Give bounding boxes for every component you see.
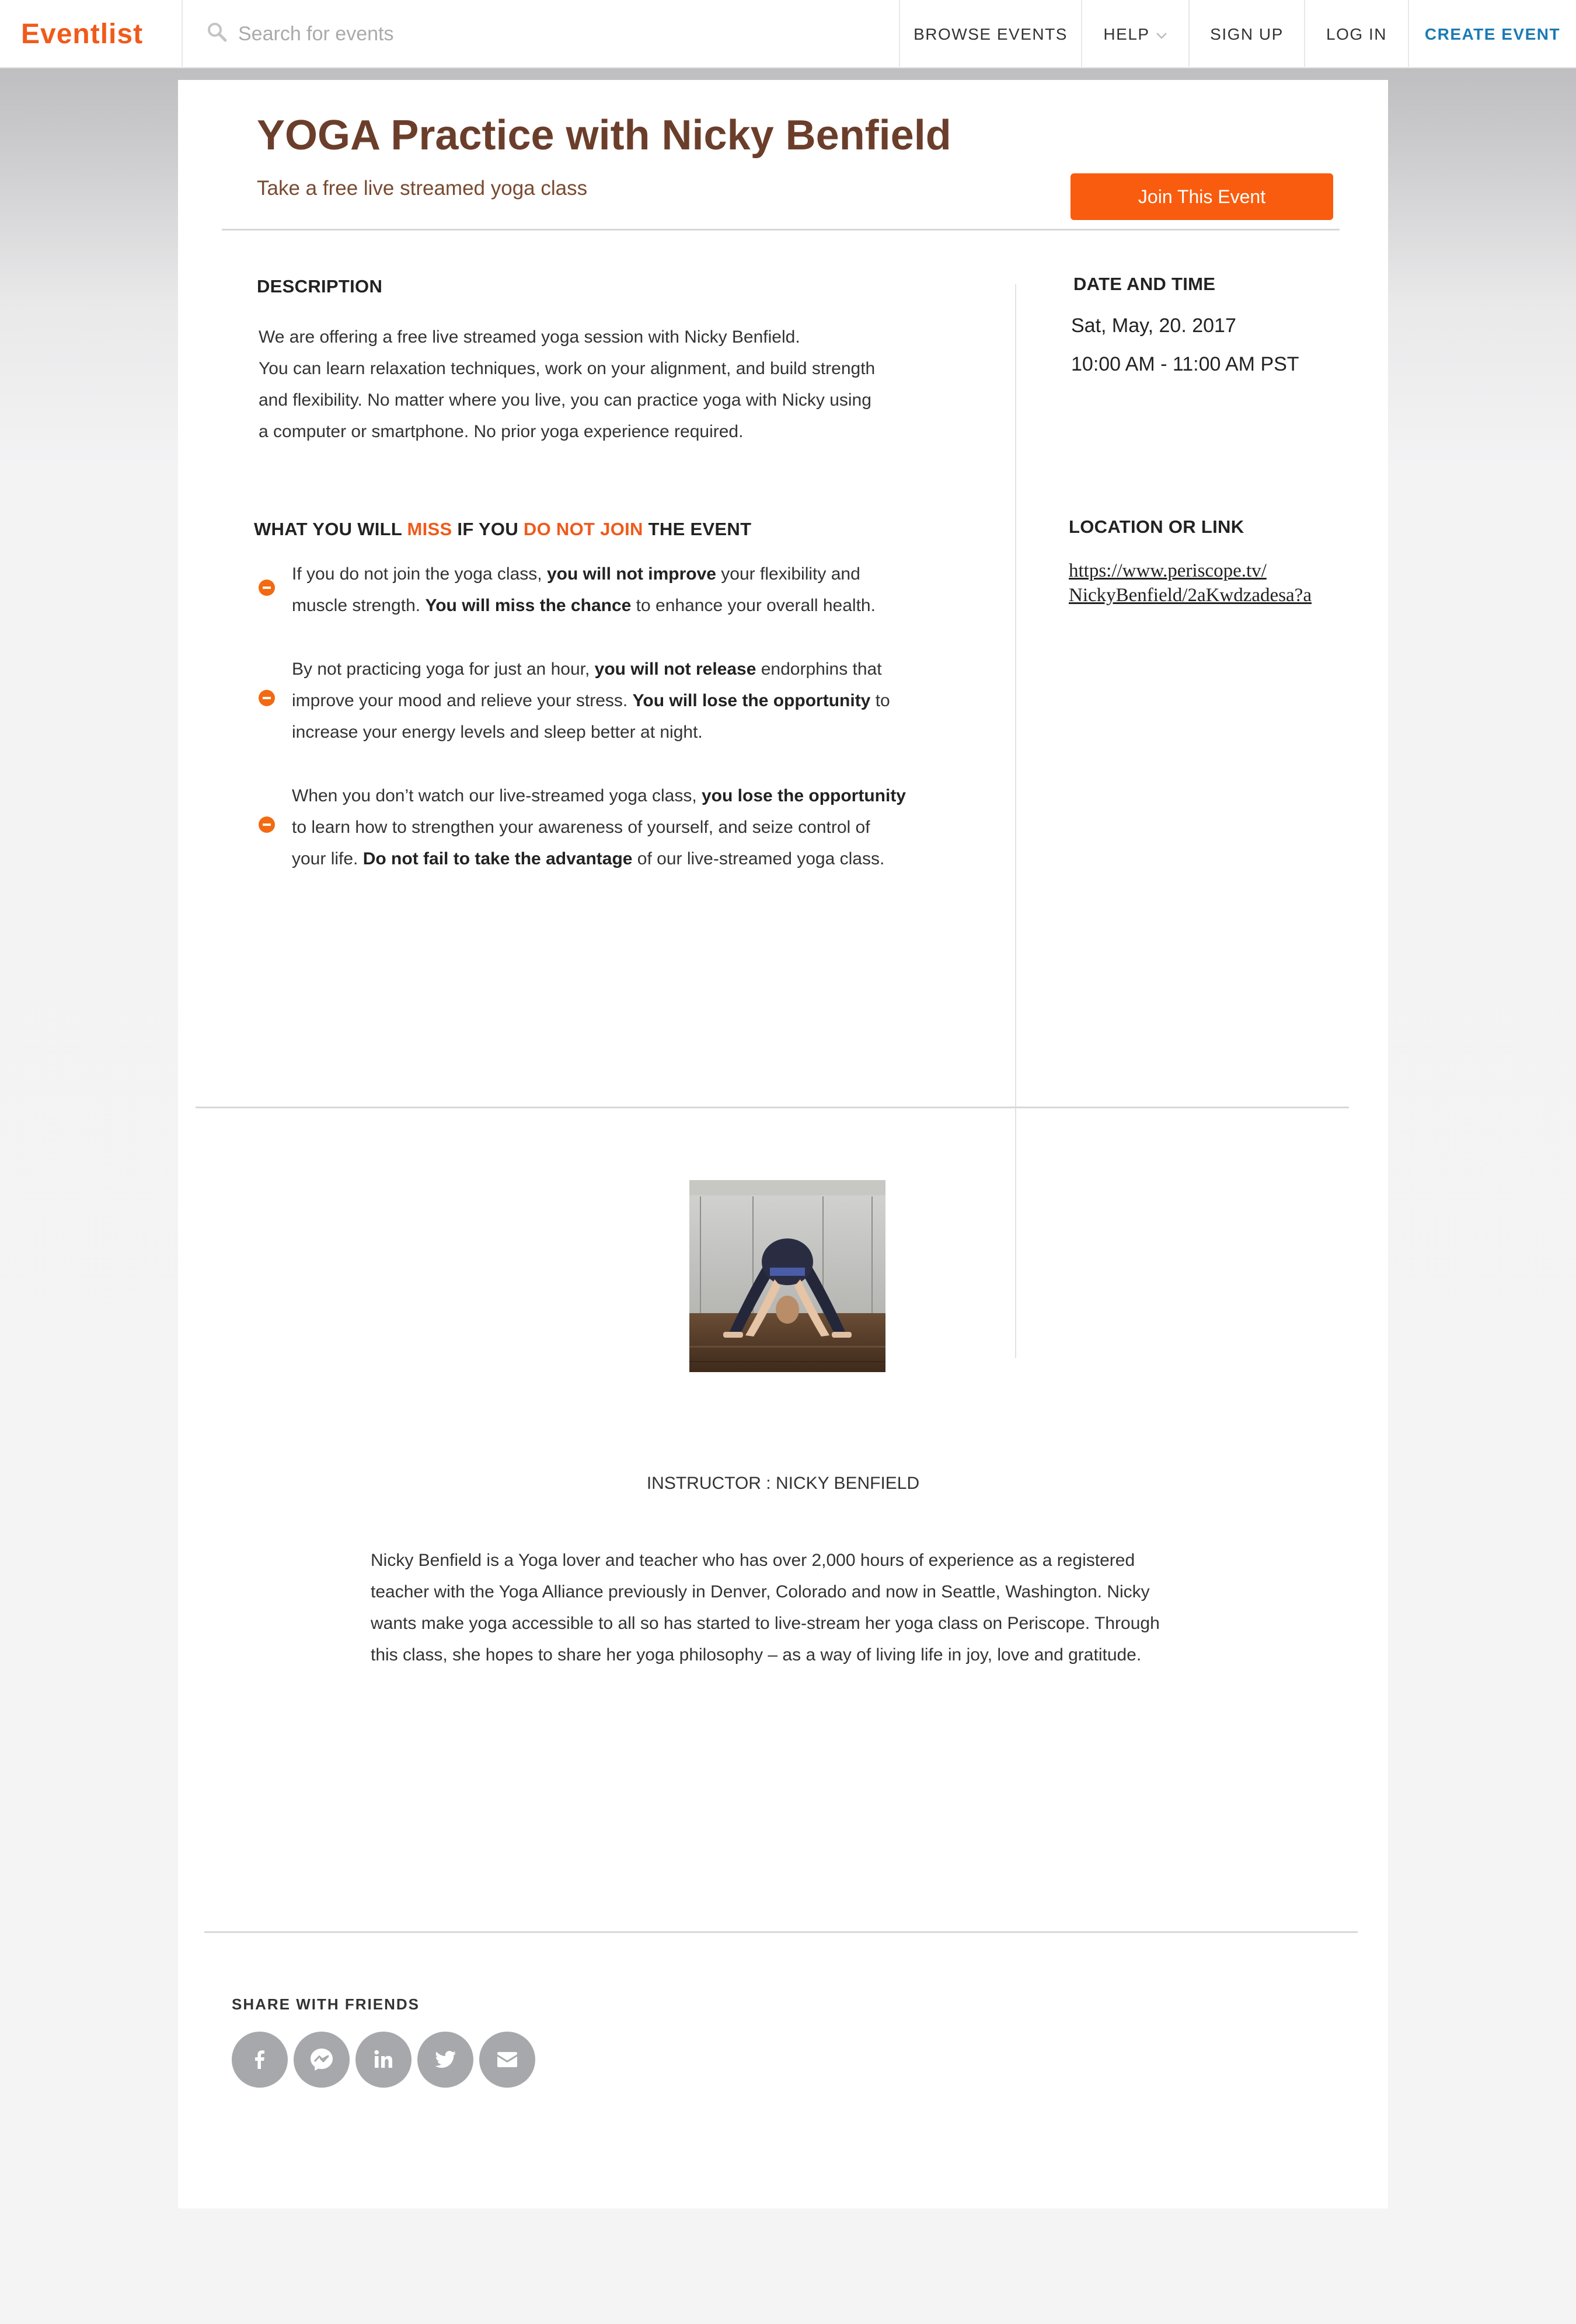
minus-circle-icon (259, 580, 275, 596)
miss-emphasis: Do not fail to take the advantage (362, 849, 633, 868)
miss-text-segment: When you don’t watch our live-streamed y… (292, 786, 702, 805)
miss-text-segment: of our live-streamed yoga class. (632, 849, 885, 868)
miss-heading-highlight: MISS (407, 519, 452, 539)
miss-item-line: muscle strength. You will miss the chanc… (292, 590, 940, 622)
bio-line: Nicky Benfield is a Yoga lover and teach… (371, 1551, 1135, 1570)
location-heading: LOCATION OR LINK (1069, 517, 1244, 537)
miss-text-segment: improve your mood and relieve your stres… (292, 691, 633, 710)
messenger-icon (311, 2049, 333, 2071)
miss-text-segment: to learn how to strengthen your awarenes… (292, 818, 870, 837)
nav-create-event[interactable]: CREATE EVENT (1409, 0, 1576, 68)
event-time: 10:00 AM - 11:00 AM PST (1071, 353, 1299, 375)
email-icon (497, 2052, 517, 2067)
miss-text-segment: your flexibility and (716, 564, 860, 584)
event-subtitle: Take a free live streamed yoga class (257, 177, 588, 200)
nav-help[interactable]: HELP (1082, 0, 1188, 68)
miss-item-line: to learn how to strengthen your awarenes… (292, 812, 940, 843)
miss-item-line: If you do not join the yoga class, you w… (292, 559, 940, 590)
event-title: YOGA Practice with Nicky Benfield (257, 112, 951, 159)
miss-emphasis: You will miss the chance (425, 596, 632, 615)
miss-heading-highlight: DO NOT JOIN (523, 519, 643, 539)
search-input[interactable] (238, 18, 588, 50)
instructor-label: INSTRUCTOR : NICKY BENFIELD (646, 1474, 920, 1493)
share-linkedin-button[interactable] (355, 2032, 412, 2088)
miss-emphasis: You will lose the opportunity (632, 691, 871, 710)
miss-item-line: When you don’t watch our live-streamed y… (292, 780, 940, 812)
miss-heading-part: IF YOU (452, 519, 524, 539)
join-event-button[interactable]: Join This Event (1071, 173, 1333, 220)
miss-text-segment: to (870, 691, 890, 710)
footer-divider (204, 1931, 1358, 1933)
share-twitter-button[interactable] (417, 2032, 473, 2088)
share-messenger-button[interactable] (294, 2032, 350, 2088)
nav-help-label: HELP (1103, 25, 1150, 43)
instructor-bio: Nicky Benfield is a Yoga lover and teach… (371, 1545, 1200, 1671)
miss-item-line: improve your mood and relieve your stres… (292, 685, 940, 717)
chevron-down-icon (1156, 32, 1167, 39)
miss-text-segment: If you do not join the yoga class, (292, 564, 547, 584)
location-link-line: https://www.periscope.tv/ (1069, 560, 1267, 581)
miss-item-line: increase your energy levels and sleep be… (292, 717, 940, 748)
miss-text-segment: your life. (292, 849, 363, 868)
nav-divider (182, 0, 183, 68)
minus-circle-icon (259, 690, 275, 706)
facebook-icon (255, 2050, 264, 2069)
miss-text-segment: increase your energy levels and sleep be… (292, 723, 703, 742)
share-facebook-button[interactable] (232, 2032, 288, 2088)
nav-browse-events[interactable]: BROWSE EVENTS (900, 0, 1081, 68)
miss-heading-part: WHAT YOU WILL (254, 519, 407, 539)
miss-item-text: By not practicing yoga for just an hour,… (292, 654, 940, 748)
description-heading: DESCRIPTION (257, 276, 383, 296)
description-text: We are offering a free live streamed yog… (259, 322, 959, 448)
eventlist-logo[interactable]: Eventlist (21, 0, 143, 68)
description-line: a computer or smartphone. No prior yoga … (259, 422, 744, 441)
nav-sign-up[interactable]: SIGN UP (1190, 0, 1304, 68)
share-heading: SHARE WITH FRIENDS (232, 1995, 420, 2013)
miss-text-segment: By not practicing yoga for just an hour, (292, 659, 595, 679)
miss-emphasis: you lose the opportunity (702, 786, 906, 805)
miss-text-segment: to enhance your overall health. (631, 596, 876, 615)
miss-item-line: By not practicing yoga for just an hour,… (292, 654, 940, 685)
description-line: We are offering a free live streamed yog… (259, 327, 800, 347)
miss-item-text: If you do not join the yoga class, you w… (292, 559, 940, 622)
event-card: YOGA Practice with Nicky Benfield Take a… (178, 80, 1388, 2208)
bio-line: teacher with the Yoga Alliance previousl… (371, 1582, 1150, 1601)
column-divider (1015, 284, 1016, 1358)
header-divider (222, 229, 1340, 231)
location-link[interactable]: https://www.periscope.tv/ NickyBenfield/… (1069, 559, 1349, 608)
bio-line: wants make yoga accessible to all so has… (371, 1614, 1160, 1633)
datetime-heading: DATE AND TIME (1073, 274, 1216, 294)
location-link-line: NickyBenfield/2aKwdzadesa?a (1069, 585, 1312, 606)
top-navigation: Eventlist BROWSE EVENTS HELP SIGN UP LOG… (0, 0, 1576, 68)
miss-item-text: When you don’t watch our live-streamed y… (292, 780, 940, 875)
linkedin-icon (374, 2050, 392, 2068)
miss-item-line: your life. Do not fail to take the advan… (292, 843, 940, 875)
description-line: You can learn relaxation techniques, wor… (259, 359, 876, 378)
description-line: and flexibility. No matter where you liv… (259, 390, 871, 410)
yoga-pose-image (689, 1180, 885, 1372)
instructor-photo (689, 1180, 885, 1372)
twitter-icon (435, 2051, 456, 2068)
miss-emphasis: you will not release (594, 659, 756, 679)
share-email-button[interactable] (479, 2032, 535, 2088)
miss-text-segment: endorphins that (756, 659, 882, 679)
search-icon (208, 23, 227, 42)
miss-heading-part: THE EVENT (643, 519, 752, 539)
bio-line: this class, she hopes to share her yoga … (371, 1645, 1142, 1665)
section-divider (196, 1107, 1349, 1108)
nav-log-in[interactable]: LOG IN (1305, 0, 1408, 68)
minus-circle-icon (259, 816, 275, 833)
miss-heading: WHAT YOU WILL MISS IF YOU DO NOT JOIN TH… (254, 519, 751, 540)
event-date: Sat, May, 20. 2017 (1071, 315, 1236, 337)
miss-emphasis: you will not improve (546, 564, 716, 584)
miss-text-segment: muscle strength. (292, 596, 426, 615)
